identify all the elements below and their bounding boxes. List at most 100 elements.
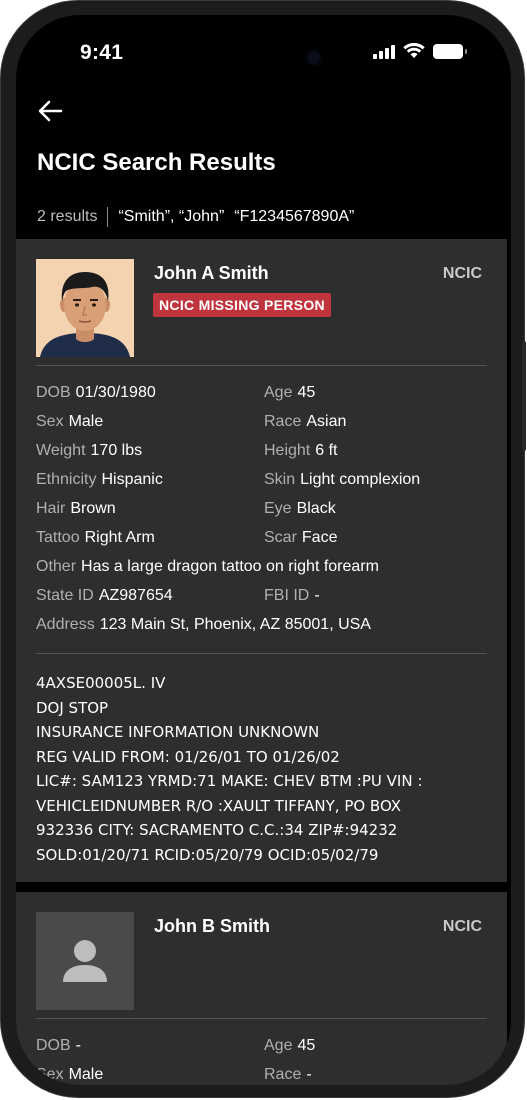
field-other: Other Has a large dragon tattoo on right … — [36, 558, 379, 576]
person-photo — [36, 912, 134, 1010]
page-title: NCIC Search Results — [37, 149, 276, 176]
person-name: John A Smith — [154, 263, 269, 283]
person-photo — [36, 259, 134, 357]
search-summary: 2 results “Smith”, “John” “F1234567890A” — [37, 207, 364, 227]
narrative-line: SOLD:01/20/71 RCID:05/20/79 OCID:05/02/7… — [36, 845, 379, 864]
front-camera — [306, 50, 322, 66]
narrative-line: 932336 CITY: SACRAMENTO C.C.:34 ZIP#:942… — [36, 821, 398, 839]
field-value: Has a large dragon tattoo on right forea… — [81, 558, 379, 575]
field-dob: DOB 01/30/1980 — [36, 384, 156, 402]
field-value: 123 Main St, Phoenix, AZ 85001, USA — [99, 616, 371, 633]
status-bar: 9:41 — [16, 15, 511, 85]
field-value: Light complexion — [300, 471, 421, 488]
side-button — [522, 341, 526, 451]
divider — [36, 1018, 487, 1019]
field-label: Sex — [36, 1066, 64, 1083]
field-label: Address — [36, 616, 95, 633]
screen: 9:41 NCIC Search Results 2 results “Smit… — [16, 15, 511, 1085]
field-value: Black — [296, 500, 336, 517]
field-value: Face — [301, 529, 338, 546]
result-card[interactable]: John A Smith NCIC NCIC MISSING PERSON DO… — [16, 239, 507, 882]
field-label: Ethnicity — [36, 471, 97, 488]
arrow-left-icon[interactable] — [36, 97, 64, 125]
field-label: Age — [264, 384, 293, 401]
divider — [36, 365, 487, 366]
field-hair: Hair Brown — [36, 500, 116, 518]
field-label: Age — [264, 1037, 293, 1054]
field-scar: Scar Face — [264, 529, 337, 547]
field-label: Skin — [264, 471, 296, 488]
field-label: Other — [36, 558, 77, 575]
field-address: Address 123 Main St, Phoenix, AZ 85001, U… — [36, 616, 371, 634]
field-label: DOB — [36, 384, 71, 401]
field-label: Height — [264, 442, 311, 459]
field-value: 6 ft — [315, 442, 338, 459]
record-narrative: 4AXSE00005L. IV DOJ STOP INSURANCE INFOR… — [36, 671, 422, 867]
field-ethnicity: Ethnicity Hispanic — [36, 471, 163, 489]
field-value: - — [75, 1037, 81, 1054]
field-value: Brown — [70, 500, 116, 517]
field-sex: Sex Male — [36, 413, 103, 431]
field-eye: Eye Black — [264, 500, 336, 518]
field-state-id: State ID AZ987654 — [36, 587, 173, 605]
field-value: Hispanic — [101, 471, 163, 488]
status-badge: NCIC MISSING PERSON — [153, 293, 331, 317]
wifi-icon — [403, 43, 425, 58]
field-label: Sex — [36, 413, 64, 430]
field-race: Race - — [264, 1066, 312, 1084]
status-time: 9:41 — [80, 41, 124, 64]
cellular-signal-icon — [373, 44, 395, 59]
dynamic-island — [190, 34, 350, 80]
field-value: 45 — [297, 1037, 316, 1054]
field-value: Male — [68, 413, 104, 430]
field-height: Height 6 ft — [264, 442, 337, 460]
field-fbi-id: FBI ID - — [264, 587, 320, 605]
field-value: 170 lbs — [90, 442, 143, 459]
field-label: Race — [264, 413, 302, 430]
field-label: FBI ID — [264, 587, 310, 604]
field-value: Right Arm — [84, 529, 155, 546]
field-tattoo: Tattoo Right Arm — [36, 529, 155, 547]
narrative-line: DOJ STOP — [36, 698, 109, 717]
field-value: AZ987654 — [98, 587, 173, 604]
summary-divider — [107, 207, 109, 227]
field-value: - — [314, 587, 320, 604]
field-value: - — [306, 1066, 312, 1083]
field-label: Weight — [36, 442, 86, 459]
search-query-name: “Smith”, “John” — [118, 208, 225, 225]
record-source: NCIC — [442, 265, 482, 282]
narrative-line: 4AXSE00005L. IV — [36, 674, 166, 692]
field-value: Male — [68, 1066, 104, 1083]
record-source: NCIC — [442, 918, 482, 935]
person-name: John B Smith — [154, 916, 270, 936]
field-dob: DOB - — [36, 1037, 81, 1055]
narrative-line: INSURANCE INFORMATION UNKNOWN — [36, 723, 320, 741]
status-icons — [373, 43, 467, 59]
field-sex: Sex Male — [36, 1066, 103, 1084]
field-age: Age 45 — [264, 384, 315, 402]
result-card[interactable]: John B Smith NCIC DOB - Age 45 Sex Male Rac… — [16, 892, 507, 1085]
field-label: State ID — [36, 587, 94, 604]
battery-icon — [433, 43, 467, 59]
field-label: Race — [264, 1066, 302, 1083]
field-weight: Weight 170 lbs — [36, 442, 142, 460]
narrative-line: VEHICLEIDNUMBER R/O :XAULT TIFFANY, PO B… — [36, 796, 402, 815]
field-age: Age 45 — [264, 1037, 315, 1055]
field-label: Hair — [36, 500, 66, 517]
field-value: Asian — [306, 413, 347, 430]
field-value: 01/30/1980 — [75, 384, 156, 401]
narrative-line: LIC#: SAM123 YRMD:71 MAKE: CHEV BTM :PU … — [36, 772, 423, 790]
search-query-id: “F1234567890A” — [234, 208, 355, 225]
field-value: 45 — [297, 384, 316, 401]
field-label: Scar — [264, 529, 297, 546]
field-skin: Skin Light complexion — [264, 471, 420, 489]
field-label: DOB — [36, 1037, 71, 1054]
field-label: Eye — [264, 500, 292, 517]
narrative-line: REG VALID FROM: 01/26/01 TO 01/26/02 — [36, 747, 340, 766]
result-count: 2 results — [37, 208, 98, 225]
divider — [36, 653, 487, 654]
field-race: Race Asian — [264, 413, 346, 431]
person-icon — [63, 940, 107, 982]
phone-frame: 9:41 NCIC Search Results 2 results “Smit… — [0, 0, 526, 1098]
field-label: Tattoo — [36, 529, 80, 546]
